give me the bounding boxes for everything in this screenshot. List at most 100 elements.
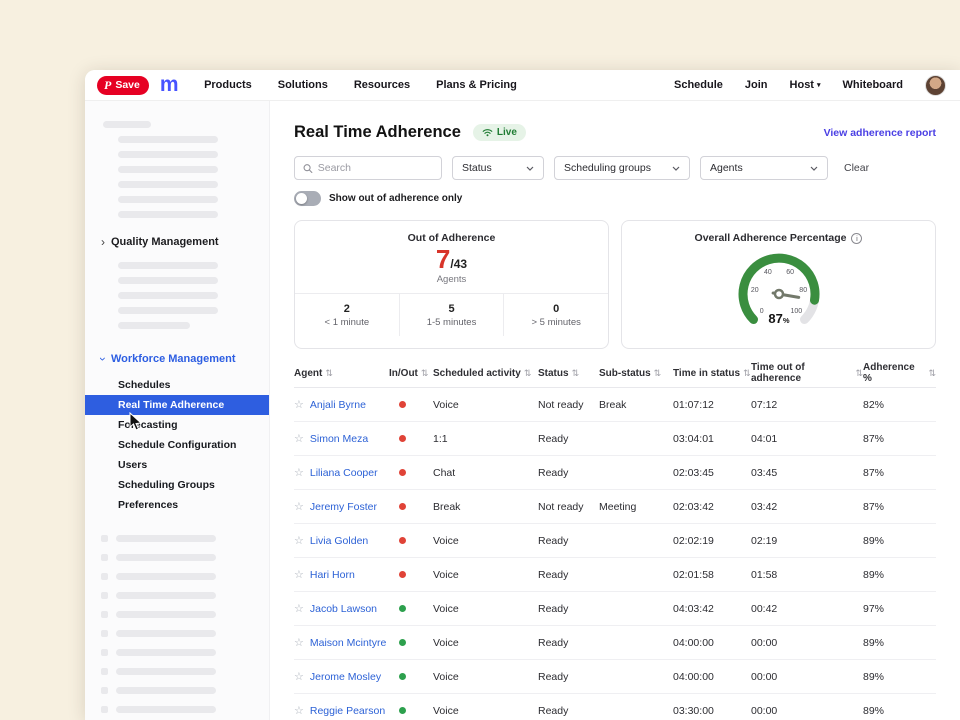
agent-link[interactable]: Livia Golden [310,535,368,547]
out-of-adherence-card: Out of Adherence 7/43 Agents 2 < 1 minut… [294,220,609,349]
skeleton-bar [116,592,216,599]
cell-time_out: 00:42 [751,603,863,615]
agent-link[interactable]: Reggie Pearson [310,705,385,717]
star-icon[interactable]: ☆ [294,432,304,445]
agent-link[interactable]: Simon Meza [310,433,368,445]
skeleton-bar [118,307,218,314]
nav-link-products[interactable]: Products [204,79,252,91]
column-header-time-in-status[interactable]: Time in status⇅ [673,368,751,379]
nav-link-solutions[interactable]: Solutions [278,79,328,91]
skeleton-bar [116,706,216,713]
star-icon[interactable]: ☆ [294,568,304,581]
column-header-status[interactable]: Status⇅ [538,368,599,379]
star-icon[interactable]: ☆ [294,500,304,513]
star-icon[interactable]: ☆ [294,636,304,649]
sort-icon: ⇅ [743,368,751,379]
topnav-right: Schedule Join Host ▾ Whiteboard [674,75,946,96]
bucket-under-1-minute: 2 < 1 minute [295,294,399,336]
agent-link[interactable]: Jeremy Foster [310,501,377,513]
toggle-knob [296,193,307,204]
sidebar-item-quality-management[interactable]: › Quality Management [85,232,269,252]
cell-time_out: 02:19 [751,535,863,547]
cell-adherence: 87% [863,501,936,513]
table-row: ☆Simon Meza1:1Ready03:04:0104:0187% [294,422,936,456]
table-row: ☆Jeremy FosterBreakNot readyMeeting02:03… [294,490,936,524]
agent-link[interactable]: Liliana Cooper [310,467,378,479]
sidebar-item-workforce-management[interactable]: › Workforce Management [85,349,269,369]
avatar[interactable] [925,75,946,96]
sort-icon: ⇅ [572,368,580,379]
cell-time_in_status: 04:00:00 [673,637,751,649]
column-header-time-out-of-adherence[interactable]: Time out of adherence⇅ [751,362,863,384]
nav-link-join[interactable]: Join [745,79,768,91]
cell-activity: Voice [433,535,538,547]
search-input[interactable] [318,162,433,174]
skeleton-bar [118,136,218,143]
table-header: Agent⇅ In/Out⇅ Scheduled activity⇅ Statu… [294,359,936,388]
star-icon[interactable]: ☆ [294,398,304,411]
star-icon[interactable]: ☆ [294,704,304,717]
agents-dropdown[interactable]: Agents [700,156,828,180]
column-header-sub-status[interactable]: Sub-status⇅ [599,368,673,379]
agent-link[interactable]: Jerome Mosley [310,671,381,683]
chevron-right-icon: › [101,235,105,249]
column-header-agent[interactable]: Agent⇅ [294,368,389,379]
show-out-of-adherence-toggle[interactable] [294,191,321,206]
nav-link-host[interactable]: Host ▾ [790,79,821,91]
scheduling-groups-dropdown[interactable]: Scheduling groups [554,156,690,180]
nav-link-whiteboard[interactable]: Whiteboard [843,79,904,91]
search-box[interactable] [294,156,442,180]
agent-link[interactable]: Anjali Byrne [310,399,366,411]
agent-link[interactable]: Jacob Lawson [310,603,377,615]
column-header-adherence[interactable]: Adherence %⇅ [863,362,936,384]
chevron-down-icon: › [96,357,110,361]
sidebar-item-schedule-configuration[interactable]: Schedule Configuration [85,435,269,455]
toggle-label: Show out of adherence only [329,193,462,204]
sidebar-item-forecasting[interactable]: Forecasting [85,415,269,435]
star-icon[interactable]: ☆ [294,670,304,683]
inout-status-dot [399,639,406,646]
star-icon[interactable]: ☆ [294,602,304,615]
info-icon[interactable]: i [851,233,862,244]
agent-link[interactable]: Hari Horn [310,569,355,581]
star-icon[interactable]: ☆ [294,534,304,547]
skeleton-bar [101,649,108,656]
column-header-scheduled-activity[interactable]: Scheduled activity⇅ [433,368,538,379]
chevron-down-icon: ▾ [817,81,821,89]
cell-adherence: 97% [863,603,936,615]
nav-link-resources[interactable]: Resources [354,79,410,91]
cell-status: Ready [538,705,599,717]
app-logo[interactable]: m [160,77,178,94]
sidebar-item-real-time-adherence[interactable]: Real Time Adherence [85,395,269,415]
overall-adherence-card: Overall Adherence Percentage i 0 20 40 6… [621,220,936,349]
inout-status-dot [399,605,406,612]
sidebar-item-preferences[interactable]: Preferences [85,495,269,515]
overall-adherence-title: Overall Adherence Percentage i [695,232,863,244]
live-badge: Live [473,124,526,141]
skeleton-bar [101,554,108,561]
clear-filters-button[interactable]: Clear [844,162,869,174]
gauge-hub [775,290,783,298]
cell-adherence: 87% [863,467,936,479]
bucket-over-5-minutes: 0 > 5 minutes [503,294,608,336]
table-row: ☆Anjali ByrneVoiceNot readyBreak01:07:12… [294,388,936,422]
column-header-in-out[interactable]: In/Out⇅ [389,368,433,379]
pinterest-save-button[interactable]: P Save [97,76,149,95]
skeleton-row [85,643,269,662]
skeleton-row [85,529,269,548]
nav-link-plans-pricing[interactable]: Plans & Pricing [436,79,517,91]
skeleton-bar [118,151,218,158]
cell-activity: Voice [433,637,538,649]
agent-link[interactable]: Maison Mcintyre [310,637,386,649]
skeleton-row [85,700,269,719]
cell-adherence: 87% [863,433,936,445]
sidebar-item-scheduling-groups[interactable]: Scheduling Groups [85,475,269,495]
view-adherence-report-link[interactable]: View adherence report [824,127,936,139]
sidebar-item-schedules[interactable]: Schedules [85,375,269,395]
gauge-tick: 100 [790,308,802,315]
status-dropdown[interactable]: Status [452,156,544,180]
sidebar-item-users[interactable]: Users [85,455,269,475]
star-icon[interactable]: ☆ [294,466,304,479]
nav-link-schedule[interactable]: Schedule [674,79,723,91]
cell-time_in_status: 04:03:42 [673,603,751,615]
